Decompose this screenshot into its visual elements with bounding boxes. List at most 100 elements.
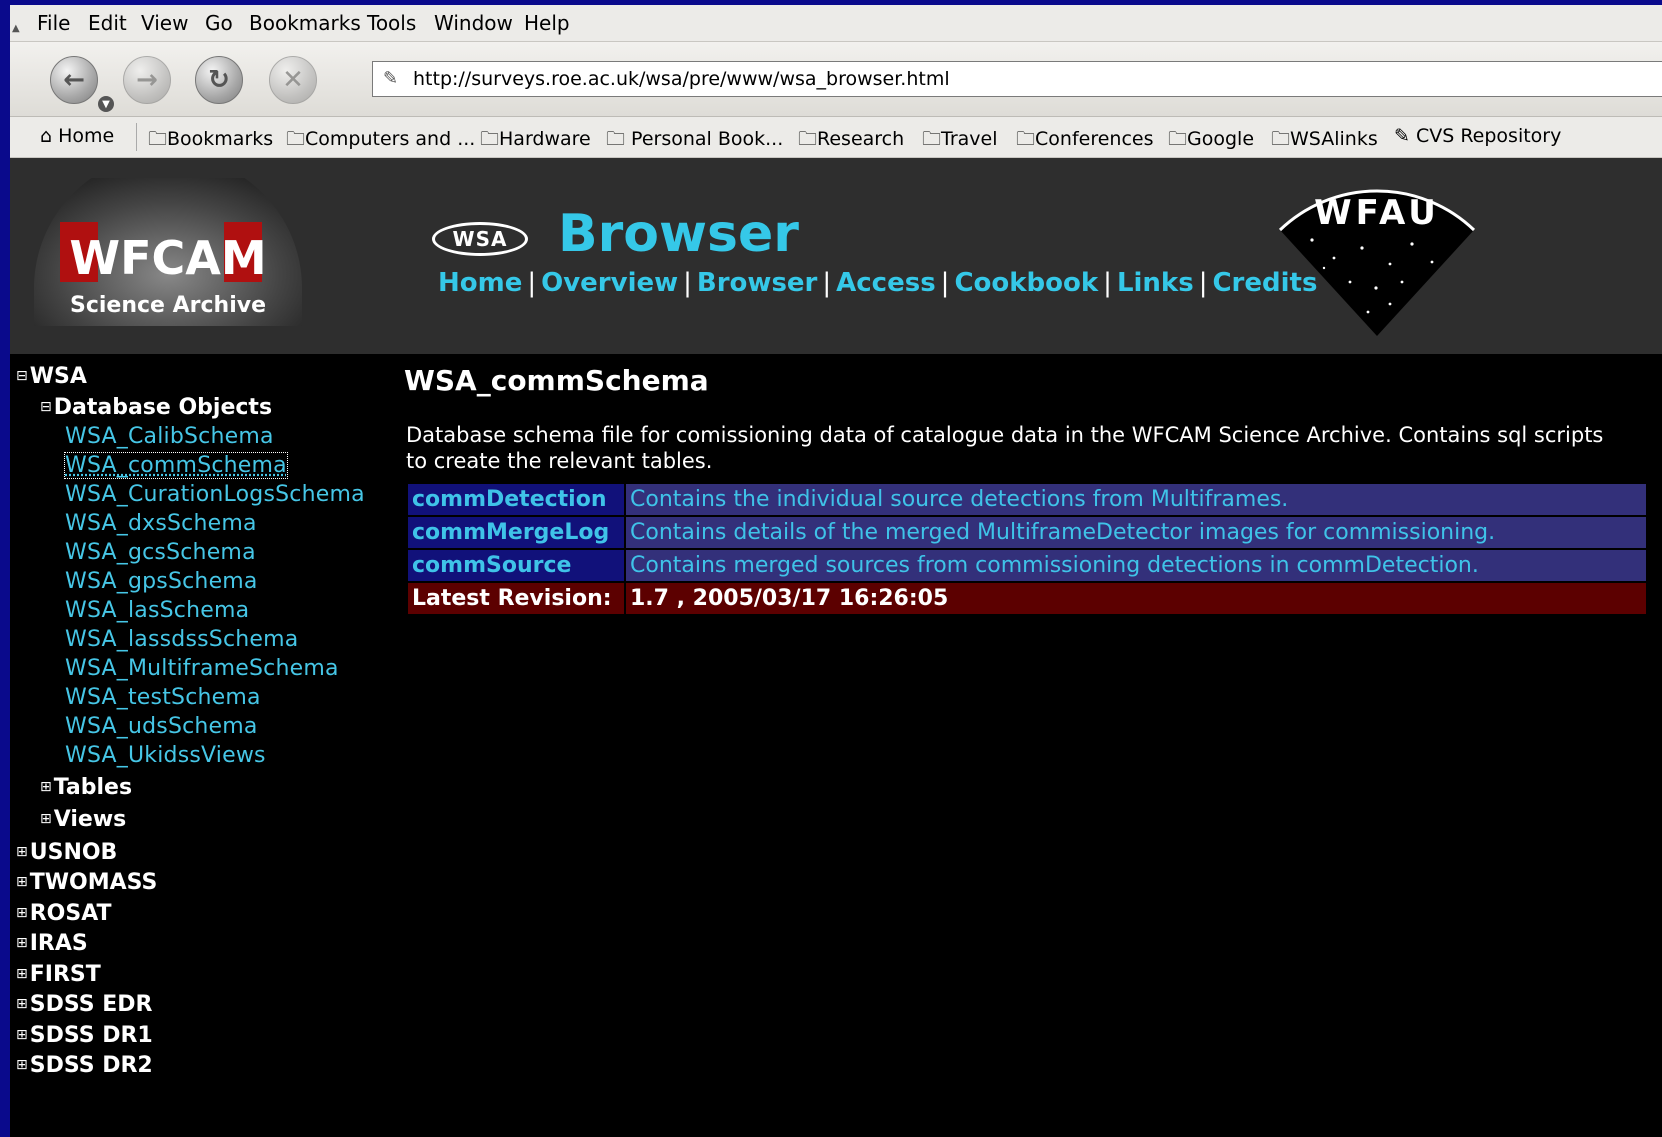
object-description: Contains the individual source detection…: [626, 484, 1646, 515]
menu-bookmarks[interactable]: Bookmarks: [249, 11, 361, 35]
tree-node-label: TWOMASS: [29, 870, 158, 895]
tree-leaf-schema[interactable]: WSA_MultiframeSchema: [65, 656, 339, 681]
page-title: Browser: [558, 204, 799, 264]
expand-icon[interactable]: ⊞: [16, 966, 28, 982]
bookmark-google[interactable]: 🗀Google: [1168, 125, 1254, 157]
address-bar[interactable]: ✎ http://surveys.roe.ac.uk/wsa/pre/www/w…: [372, 61, 1662, 97]
expand-icon[interactable]: ⊞: [16, 1057, 28, 1073]
wsa-badge: WSA: [432, 222, 528, 256]
nav-cookbook[interactable]: Cookbook: [954, 268, 1098, 298]
bookmarks-toolbar: ⌂ Home 🗀Bookmarks 🗀Computers and ... 🗀Ha…: [10, 117, 1662, 158]
bookmark-personal[interactable]: 🗀 Personal Book...: [606, 125, 783, 157]
expand-icon[interactable]: ⊞: [40, 811, 52, 827]
collapse-icon[interactable]: ⊟: [16, 368, 28, 384]
forward-button[interactable]: →: [123, 56, 171, 104]
nav-links[interactable]: Links: [1117, 268, 1194, 298]
tree-node-database[interactable]: ⊞USNOB: [16, 840, 117, 865]
wfcam-logo[interactable]: WFCAM Science Archive: [32, 178, 304, 328]
menu-bar: ▲ File Edit View Go Bookmarks Tools Wind…: [10, 5, 1662, 42]
bookmark-conferences[interactable]: 🗀Conferences: [1016, 125, 1154, 157]
object-name-link[interactable]: commMergeLog: [408, 517, 624, 548]
folder-icon: 🗀: [1271, 128, 1291, 150]
stop-button[interactable]: ✕: [269, 56, 317, 104]
expand-icon[interactable]: ⊞: [40, 779, 52, 795]
tree-node-database[interactable]: ⊞FIRST: [16, 962, 101, 987]
tree-node-label: Database Objects: [53, 395, 273, 420]
close-icon: ✕: [282, 65, 304, 95]
expand-icon[interactable]: ⊞: [16, 905, 28, 921]
tree-leaf-schema[interactable]: WSA_dxsSchema: [65, 511, 257, 536]
toolbar-grip-icon[interactable]: ▲: [12, 23, 20, 34]
nav-access[interactable]: Access: [836, 268, 936, 298]
bookmark-label: Bookmarks: [167, 128, 274, 150]
nav-separator: |: [822, 268, 832, 298]
tree-leaf-schema[interactable]: WSA_gcsSchema: [65, 540, 256, 565]
tree-node-database[interactable]: ⊞SDSS EDR: [16, 992, 152, 1017]
folder-icon: 🗀: [922, 128, 942, 150]
tree-leaf-schema[interactable]: WSA_testSchema: [65, 685, 261, 710]
wfau-logo[interactable]: WFAU: [1272, 178, 1482, 338]
bookmark-hardware[interactable]: 🗀Hardware: [480, 125, 591, 157]
tree-node-database[interactable]: ⊞SDSS DR1: [16, 1023, 153, 1048]
bookmark-wsalinks[interactable]: 🗀WSAlinks: [1271, 125, 1378, 157]
nav-overview[interactable]: Overview: [541, 268, 678, 298]
menu-view[interactable]: View: [141, 11, 188, 35]
bookmark-label: Research: [817, 128, 905, 150]
schema-objects-table: commDetection Contains the individual so…: [406, 482, 1648, 616]
expand-icon[interactable]: ⊞: [16, 874, 28, 890]
tree-leaf-schema[interactable]: WSA_gpsSchema: [65, 569, 258, 594]
expand-icon[interactable]: ⊞: [16, 935, 28, 951]
tree-node-label: IRAS: [29, 931, 88, 956]
tree-node-database[interactable]: ⊞IRAS: [16, 931, 88, 956]
tree-node-database[interactable]: ⊞TWOMASS: [16, 870, 157, 895]
nav-home[interactable]: Home: [438, 268, 522, 298]
menu-file[interactable]: File: [37, 11, 70, 35]
tree-node-database[interactable]: ⊞SDSS DR2: [16, 1053, 153, 1078]
bookmark-label: Home: [58, 125, 115, 147]
tree-leaf-schema-selected[interactable]: WSA_commSchema: [64, 452, 288, 479]
bookmark-home[interactable]: ⌂ Home: [40, 125, 114, 147]
object-name-link[interactable]: commDetection: [408, 484, 624, 515]
bookmark-cvs[interactable]: ✎ CVS Repository: [1394, 125, 1561, 147]
tree-node-database[interactable]: ⊞ROSAT: [16, 901, 112, 926]
tree-node-tables[interactable]: ⊞Tables: [40, 775, 132, 800]
menu-edit[interactable]: Edit: [88, 11, 127, 35]
bookmark-label: CVS Repository: [1415, 125, 1562, 147]
back-button[interactable]: ←: [50, 56, 98, 104]
folder-icon: 🗀: [148, 128, 168, 150]
reload-button[interactable]: ↻: [195, 56, 243, 104]
tree-node-label: SDSS DR1: [29, 1023, 153, 1048]
expand-icon[interactable]: ⊞: [16, 1027, 28, 1043]
bookmark-computers[interactable]: 🗀Computers and ...: [286, 125, 475, 157]
tree-leaf-schema[interactable]: WSA_lassdssSchema: [65, 627, 298, 652]
menu-window[interactable]: Window: [434, 11, 513, 35]
tree-node-database-objects[interactable]: ⊟Database Objects: [40, 395, 272, 420]
tree-leaf-schema[interactable]: WSA_udsSchema: [65, 714, 258, 739]
tree-node-wsa[interactable]: ⊟WSA: [16, 364, 87, 389]
bookmark-label: WSAlinks: [1290, 128, 1378, 150]
collapse-icon[interactable]: ⊟: [40, 399, 52, 415]
menu-tools[interactable]: Tools: [367, 11, 416, 35]
tree-node-views[interactable]: ⊞Views: [40, 807, 126, 832]
tree-leaf-schema[interactable]: WSA_CalibSchema: [65, 424, 274, 449]
schema-description: Database schema file for comissioning da…: [406, 423, 1604, 473]
menu-help[interactable]: Help: [524, 11, 570, 35]
schema-title: WSA_commSchema: [404, 364, 709, 397]
nav-browser[interactable]: Browser: [697, 268, 817, 298]
toolbar-separator: [136, 123, 137, 151]
expand-icon[interactable]: ⊞: [16, 844, 28, 860]
arrow-left-icon: ←: [63, 65, 85, 95]
tree-leaf-schema[interactable]: WSA_lasSchema: [65, 598, 249, 623]
tree-leaf-schema[interactable]: WSA_UkidssViews: [65, 743, 266, 768]
menu-go[interactable]: Go: [205, 11, 233, 35]
expand-icon[interactable]: ⊞: [16, 996, 28, 1012]
bookmark-bookmarks[interactable]: 🗀Bookmarks: [148, 125, 273, 157]
tree-node-label: USNOB: [29, 840, 118, 865]
back-history-dropdown-icon[interactable]: ▼: [98, 96, 114, 112]
tree-leaf-schema[interactable]: WSA_CurationLogsSchema: [65, 482, 365, 507]
tree-node-label: Tables: [53, 775, 133, 800]
table-row: commMergeLog Contains details of the mer…: [408, 517, 1646, 548]
bookmark-travel[interactable]: 🗀Travel: [922, 125, 998, 157]
bookmark-research[interactable]: 🗀Research: [798, 125, 904, 157]
object-name-link[interactable]: commSource: [408, 550, 624, 581]
